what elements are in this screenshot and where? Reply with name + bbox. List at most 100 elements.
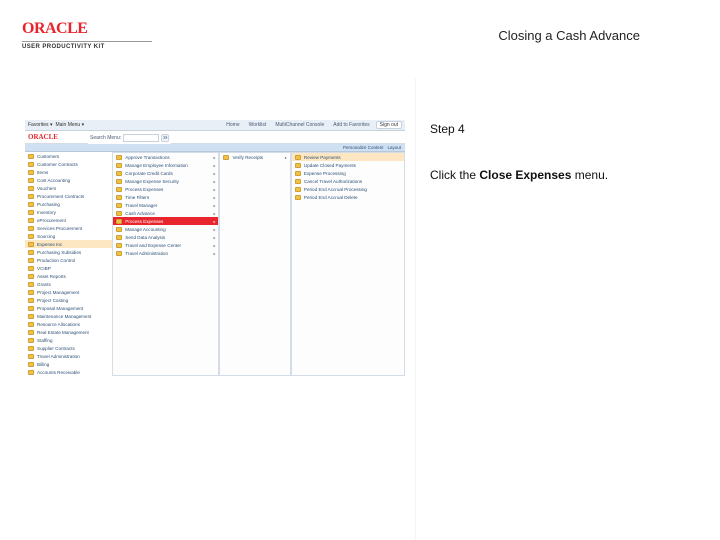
- menu-item-label: Review Payments: [304, 155, 341, 160]
- menu-item-label: Real Estate Management: [37, 330, 89, 335]
- menu-item[interactable]: Send Data Analysis▸: [113, 233, 218, 241]
- menu-item[interactable]: Grants: [25, 280, 112, 288]
- double-arrow-icon: [163, 135, 168, 140]
- menu-item-label: Services Procurement: [37, 226, 82, 231]
- menu-item[interactable]: Travel Administration: [25, 352, 112, 360]
- menu-item[interactable]: Time Filters▸: [113, 193, 218, 201]
- menu-item-label: Accounts Receivable: [37, 370, 80, 375]
- folder-icon: [28, 226, 34, 231]
- menu-item[interactable]: Purchasing: [25, 200, 112, 208]
- menu-item[interactable]: Billing: [25, 360, 112, 368]
- folder-icon: [28, 330, 34, 335]
- menu-item[interactable]: Procurement Contracts: [25, 192, 112, 200]
- folder-icon: [28, 210, 34, 215]
- menu-item[interactable]: Sourcing: [25, 232, 112, 240]
- menu-item[interactable]: Customers: [25, 152, 112, 160]
- menu-item[interactable]: Manage Expense Security▸: [113, 177, 218, 185]
- menu-item[interactable]: Real Estate Management: [25, 328, 112, 336]
- menu-item[interactable]: Supplier Contracts: [25, 344, 112, 352]
- menu-item-label: Travel Manager: [125, 203, 157, 208]
- menu-item[interactable]: Cash Advance▸: [113, 209, 218, 217]
- menu-item-label: Process Expenses: [125, 187, 163, 192]
- folder-icon: [116, 219, 122, 224]
- folder-icon: [295, 163, 301, 168]
- menu-item[interactable]: Items: [25, 168, 112, 176]
- folder-icon: [28, 170, 34, 175]
- folder-icon: [116, 155, 122, 160]
- menu-item[interactable]: Cost Accounting: [25, 176, 112, 184]
- menu-item[interactable]: Process Expenses ▸: [113, 217, 218, 225]
- folder-icon: [28, 362, 34, 367]
- oracle-logo: ORACLE: [22, 20, 152, 38]
- menu-item[interactable]: Project Costing: [25, 296, 112, 304]
- menu-item[interactable]: Services Procurement: [25, 224, 112, 232]
- step-text-bold: Close Expenses: [479, 168, 571, 182]
- menu-item[interactable]: Maintenance Management: [25, 312, 112, 320]
- favorites-menu[interactable]: Favorites ▾: [28, 122, 52, 128]
- menu-item[interactable]: Manage Employee Information▸: [113, 161, 218, 169]
- menu-item[interactable]: Customer Contracts: [25, 160, 112, 168]
- menu-item[interactable]: Asset Reports: [25, 272, 112, 280]
- menu-item[interactable]: Staffing: [25, 336, 112, 344]
- menu-item-label: Staffing: [37, 338, 53, 343]
- topbar-link[interactable]: Home: [223, 122, 242, 128]
- menu-item[interactable]: Cancel Travel Authorizations: [292, 177, 404, 185]
- topbar-link[interactable]: MultiChannel Console: [272, 122, 327, 128]
- menu-item[interactable]: Purchasing Subsidies: [25, 248, 112, 256]
- menu-item[interactable]: Approve Transactions▸: [113, 153, 218, 161]
- folder-icon: [28, 234, 34, 239]
- folder-icon: [116, 179, 122, 184]
- menu-item[interactable]: Update Closed Payments: [292, 161, 404, 169]
- folder-icon: [28, 306, 34, 311]
- menu-item[interactable]: Manage Accounting▸: [113, 225, 218, 233]
- chevron-right-icon: ▸: [213, 227, 215, 232]
- topbar-link[interactable]: Add to Favorites: [330, 122, 372, 128]
- menu-item[interactable]: Process Expenses▸: [113, 185, 218, 193]
- signout-button[interactable]: Sign out: [376, 121, 402, 129]
- page-title: Closing a Cash Advance: [498, 28, 640, 43]
- menu-item-label: Inventory: [37, 210, 56, 215]
- chevron-right-icon: ▸: [213, 219, 215, 224]
- folder-icon: [28, 298, 34, 303]
- menu-item-label: Manage Employee Information: [125, 163, 188, 168]
- app-topbar: Favorites ▾ Main Menu ▾ Home Worklist Mu…: [25, 120, 405, 131]
- menu-item-label: Supplier Contracts: [37, 346, 75, 351]
- search-area: Search Menu:: [88, 131, 171, 144]
- menu-item[interactable]: Corporate Credit Cards▸: [113, 169, 218, 177]
- menu-item[interactable]: Travel Manager▸: [113, 201, 218, 209]
- menu-item-label: Period End Accrual Processing: [304, 187, 367, 192]
- brand-subtitle: USER PRODUCTIVITY KIT: [22, 41, 152, 50]
- menu-item[interactable]: Travel Administration▸: [113, 249, 218, 257]
- menu-col-3: Verify Receipts▸: [219, 152, 290, 376]
- menu-item[interactable]: Production Control: [25, 256, 112, 264]
- menu-item[interactable]: Review Payments: [292, 153, 404, 161]
- menu-item[interactable]: Period End Accrual Delete: [292, 193, 404, 201]
- menu-item-label: Process Expenses: [125, 219, 163, 224]
- search-input[interactable]: [123, 134, 159, 142]
- menu-item[interactable]: Proposal Management: [25, 304, 112, 312]
- main-menu[interactable]: Main Menu ▾: [55, 122, 84, 128]
- menu-item[interactable]: Resource Allocations: [25, 320, 112, 328]
- step-label: Step 4: [430, 120, 690, 138]
- folder-icon: [28, 154, 34, 159]
- menu-item-label: Proposal Management: [37, 306, 83, 311]
- menu-item[interactable]: VCIBP: [25, 264, 112, 272]
- menu-item[interactable]: Inventory: [25, 208, 112, 216]
- folder-icon: [28, 178, 34, 183]
- menu-item[interactable]: Travel and Expense Center▸: [113, 241, 218, 249]
- menu-item[interactable]: Verify Receipts▸: [220, 153, 289, 161]
- menu-item[interactable]: Expense Inc: [25, 240, 112, 248]
- search-go-button[interactable]: [161, 134, 169, 142]
- menu-item[interactable]: Accounts Receivable: [25, 368, 112, 376]
- layout-link[interactable]: Layout: [387, 145, 401, 150]
- topbar-link[interactable]: Worklist: [246, 122, 270, 128]
- personalize-link[interactable]: Personalize Content: [343, 145, 384, 150]
- step-text-post: menu.: [571, 168, 608, 182]
- folder-icon: [116, 235, 122, 240]
- menu-item[interactable]: Expense Processing: [292, 169, 404, 177]
- menu-item[interactable]: eProcurement: [25, 216, 112, 224]
- menu-item[interactable]: Period End Accrual Processing: [292, 185, 404, 193]
- menu-item[interactable]: Project Management: [25, 288, 112, 296]
- menu-item-label: Sourcing: [37, 234, 55, 239]
- menu-item[interactable]: Vouchers: [25, 184, 112, 192]
